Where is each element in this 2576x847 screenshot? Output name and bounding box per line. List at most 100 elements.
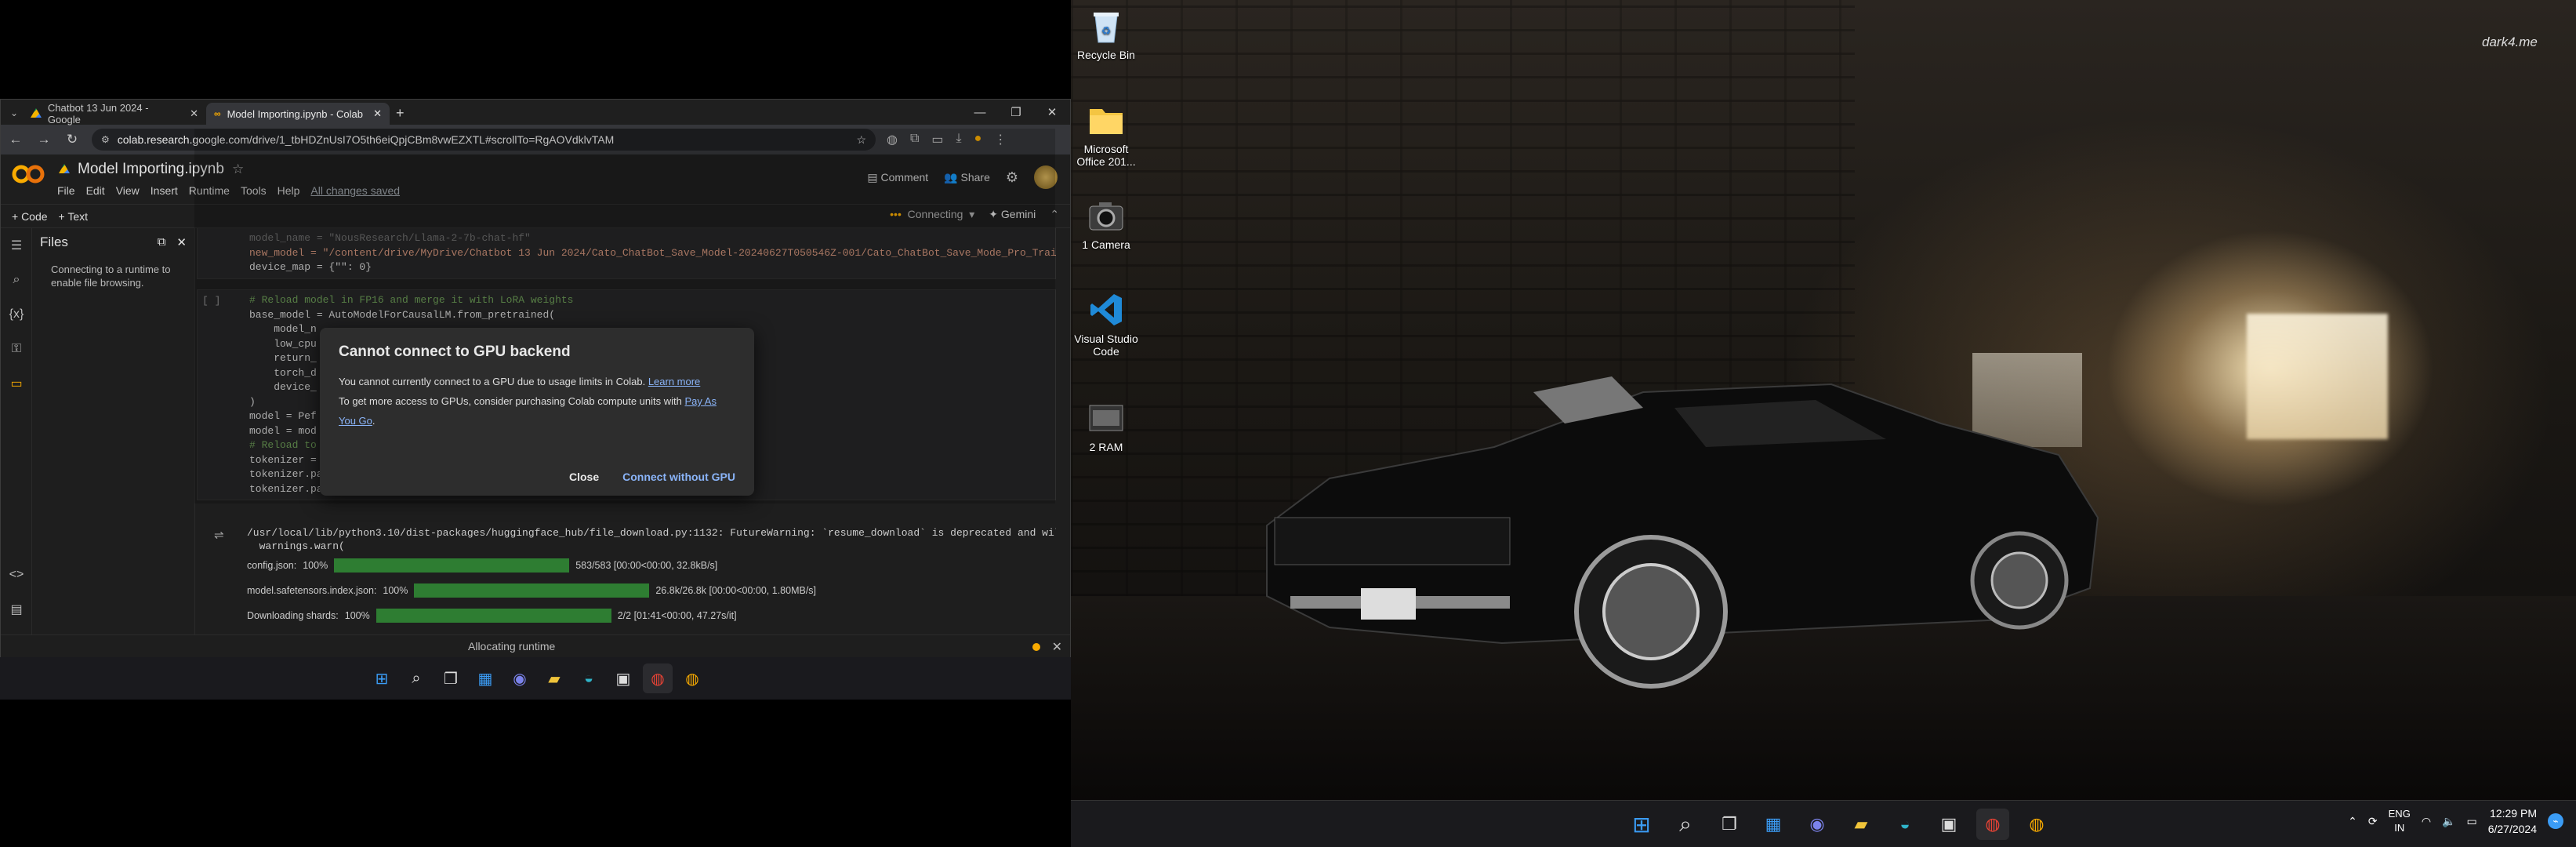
- restore-icon[interactable]: ❐: [998, 100, 1034, 125]
- vscode-icon: [1088, 292, 1124, 328]
- progress-pct: 100%: [383, 585, 408, 596]
- edge-icon[interactable]: ◒: [1888, 809, 1921, 840]
- gpu-error-dialog: Cannot connect to GPU backend You cannot…: [320, 328, 754, 496]
- secrets-key-icon[interactable]: ⚿: [1, 332, 32, 366]
- progress-bar: [376, 609, 611, 623]
- store-icon[interactable]: ▣: [1932, 809, 1965, 840]
- progress-bar: [414, 583, 650, 598]
- progress-label: config.json:: [247, 560, 297, 571]
- menu-view[interactable]: View: [116, 184, 140, 197]
- forward-icon[interactable]: →: [35, 132, 53, 147]
- progress-stats: 583/583 [00:00<00:00, 32.8kB/s]: [575, 560, 718, 571]
- tab-title: Chatbot 13 Jun 2024 - Google: [47, 102, 149, 125]
- chrome-canary-icon[interactable]: ◍: [2020, 809, 2053, 840]
- taskbar-right: ⊞ ⌕ ❐ ▦ ◉ ▰ ◒ ▣ ◍ ◍ ⌃ ⟳ ENG IN ◠ 🔈 ▭ 12:2…: [1071, 800, 2576, 847]
- output-menu-icon[interactable]: ⇌: [214, 528, 224, 542]
- battery-icon[interactable]: ▭: [2466, 815, 2476, 828]
- chrome-icon[interactable]: ◍: [1976, 809, 2009, 840]
- dismiss-status-icon[interactable]: ✕: [1052, 639, 1062, 655]
- google-drive-icon: [31, 108, 42, 118]
- dialog-line-1: You cannot currently connect to a GPU du…: [339, 372, 735, 391]
- svg-text:♻: ♻: [1101, 24, 1112, 37]
- close-button[interactable]: Close: [569, 471, 599, 483]
- edge-icon[interactable]: ◒: [574, 663, 604, 693]
- progress-pct: 100%: [303, 560, 328, 571]
- site-info-icon[interactable]: ⚙: [101, 134, 110, 145]
- desktop-icon-office[interactable]: Microsoft Office 201...: [1071, 102, 1141, 168]
- connect-without-gpu-button[interactable]: Connect without GPU: [622, 471, 735, 483]
- status-dot-icon: [1032, 643, 1040, 651]
- lang-code: ENG: [2388, 808, 2411, 820]
- back-icon[interactable]: ←: [7, 132, 24, 147]
- add-code-button[interactable]: + Code: [12, 210, 48, 223]
- file-explorer-icon[interactable]: ▰: [1845, 809, 1878, 840]
- close-icon[interactable]: ✕: [373, 107, 382, 120]
- start-windows-icon[interactable]: ⊞: [1625, 809, 1658, 840]
- chrome-canary-icon[interactable]: ◍: [677, 663, 707, 693]
- warning-line: /usr/local/lib/python3.10/dist-packages/…: [247, 527, 1056, 539]
- runtime-status: Allocating runtime: [468, 640, 556, 653]
- desktop-icon-recycle-bin[interactable]: ♻ Recycle Bin: [1071, 8, 1141, 61]
- add-text-button[interactable]: + Text: [59, 210, 89, 223]
- learn-more-link[interactable]: Learn more: [648, 376, 700, 387]
- teams-chat-icon[interactable]: ◉: [505, 663, 535, 693]
- progress-label: Downloading shards:: [247, 610, 339, 621]
- tab-drive[interactable]: Chatbot 13 Jun 2024 - Google ✕: [23, 102, 206, 125]
- clock[interactable]: 12:29 PM 6/27/2024: [2488, 805, 2537, 837]
- new-tab-button[interactable]: +: [396, 105, 405, 122]
- warning-line: warnings.warn(: [247, 540, 345, 552]
- widgets-icon[interactable]: ▦: [1757, 809, 1790, 840]
- left-rail: ☰ ⌕ {x} ⚿ ▭ <> ▤ ▣: [1, 228, 32, 658]
- notification-icon[interactable]: ⌁: [2548, 813, 2563, 829]
- widgets-icon[interactable]: ▦: [470, 663, 500, 693]
- store-icon[interactable]: ▣: [608, 663, 638, 693]
- dialog-title: Cannot connect to GPU backend: [339, 344, 571, 360]
- command-palette-icon[interactable]: ▤: [1, 592, 32, 627]
- volume-icon[interactable]: 🔈: [2442, 815, 2455, 828]
- minimize-icon[interactable]: —: [962, 100, 998, 125]
- chevron-up-icon[interactable]: ⌃: [2348, 815, 2357, 828]
- progress-stats: 26.8k/26.8k [00:00<00:00, 1.80MB/s]: [655, 585, 817, 596]
- files-panel: Files ⧉ ✕ Connecting to a runtime to ena…: [32, 228, 195, 658]
- variables-icon[interactable]: {x}: [1, 297, 32, 332]
- tab-colab[interactable]: ∞ Model Importing.ipynb - Colab ✕: [206, 103, 390, 125]
- desktop-icon-camera[interactable]: 1 Camera: [1071, 198, 1141, 251]
- desktop-icon-label: Visual Studio Code: [1074, 333, 1138, 358]
- tab-title: Model Importing.ipynb - Colab: [227, 107, 363, 120]
- files-folder-icon[interactable]: ▭: [1, 366, 32, 401]
- search-icon[interactable]: ⌕: [401, 663, 431, 693]
- progress-row: model.safetensors.index.json: 100% 26.8k…: [247, 578, 1056, 603]
- file-explorer-icon[interactable]: ▰: [539, 663, 569, 693]
- window-close-icon[interactable]: ✕: [1034, 100, 1070, 125]
- wifi-icon[interactable]: ◠: [2422, 815, 2431, 828]
- code-snippets-icon[interactable]: <>: [1, 558, 32, 592]
- dialog-line-2: To get more access to GPUs, consider pur…: [339, 391, 735, 431]
- desktop-icon-label: Recycle Bin: [1077, 49, 1135, 61]
- language-indicator[interactable]: ENG IN: [2389, 807, 2411, 835]
- colab-logo-icon[interactable]: [12, 164, 45, 184]
- toc-icon[interactable]: ☰: [1, 228, 32, 263]
- close-panel-icon[interactable]: ✕: [176, 235, 187, 249]
- menu-edit[interactable]: Edit: [86, 184, 105, 197]
- menu-insert[interactable]: Insert: [151, 184, 178, 197]
- task-view-icon[interactable]: ❐: [436, 663, 466, 693]
- task-view-icon[interactable]: ❐: [1713, 809, 1746, 840]
- menu-file[interactable]: File: [57, 184, 75, 197]
- close-icon[interactable]: ✕: [190, 107, 198, 120]
- desktop-icon-vscode[interactable]: Visual Studio Code: [1071, 292, 1141, 358]
- video-file-icon: [1088, 400, 1124, 436]
- tab-search-icon[interactable]: ⌄: [5, 107, 23, 118]
- reload-icon[interactable]: ↻: [63, 132, 81, 147]
- right-monitor-desktop: dark4.me ♻ Recycle Bin Microsoft Office …: [1071, 0, 2576, 847]
- search-icon[interactable]: ⌕: [1, 263, 32, 297]
- chrome-icon[interactable]: ◍: [643, 663, 673, 693]
- sync-icon[interactable]: ⟳: [2368, 815, 2378, 828]
- files-message: Connecting to a runtime to enable file b…: [51, 264, 171, 289]
- open-tab-icon[interactable]: ⧉: [158, 235, 166, 249]
- start-windows-icon[interactable]: ⊞: [367, 663, 397, 693]
- teams-chat-icon[interactable]: ◉: [1801, 809, 1834, 840]
- taskbar-left: ⊞ ⌕ ❐ ▦ ◉ ▰ ◒ ▣ ◍ ◍: [0, 657, 1071, 700]
- progress-label: model.safetensors.index.json:: [247, 585, 377, 596]
- desktop-icon-ram-video[interactable]: 2 RAM: [1071, 400, 1141, 453]
- search-icon[interactable]: ⌕: [1669, 809, 1702, 840]
